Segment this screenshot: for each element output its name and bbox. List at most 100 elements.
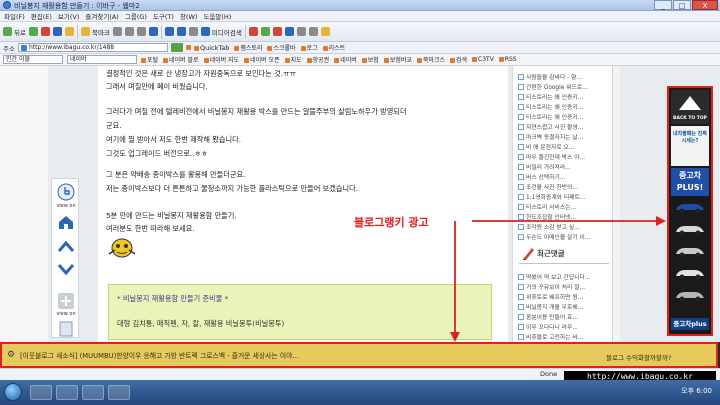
sidebar-post[interactable]: 한도조잡할 인터넷... xyxy=(518,212,612,221)
link-map[interactable]: 지도 xyxy=(285,55,302,64)
blogrank-ad-banner[interactable]: BACK TO TOP 내차팔때는 진짜 시세는? 중고차 PLUS! 중고차p… xyxy=(667,86,713,336)
print-icon[interactable] xyxy=(136,27,146,36)
plugin-icon[interactable] xyxy=(260,27,270,36)
zoom-out-icon[interactable] xyxy=(308,27,318,36)
sidebar-post[interactable]: 마우 즐긴한데 박스 아... xyxy=(518,152,612,161)
link-naver-open[interactable]: 네이버 오픈 xyxy=(244,55,280,64)
search-engine-select[interactable]: 네이버 xyxy=(67,55,137,64)
taskbar-app[interactable] xyxy=(30,385,52,400)
link-rss[interactable]: RSS xyxy=(499,56,517,63)
recent-comment[interactable]: 위휴토로 웨프하면 원... xyxy=(518,292,612,301)
menu-favorites[interactable]: 즐겨찾기(A) xyxy=(85,11,118,21)
sidebar-post[interactable]: 1:1영화중계와 티페트... xyxy=(518,192,612,201)
recent-comment[interactable]: 거의 꾸뮤보이 처리 잘... xyxy=(518,282,612,291)
add-button[interactable] xyxy=(56,291,76,311)
stop-icon[interactable] xyxy=(40,27,50,36)
link-c3tv[interactable]: C3TV xyxy=(472,56,494,63)
sidebar-post[interactable]: 비 애 운전자로 오... xyxy=(518,142,612,151)
recent-comment[interactable]: 이무 꼬다다니 라무... xyxy=(518,322,612,331)
link-flight[interactable]: 항공권 xyxy=(307,55,330,64)
link-naver[interactable]: 네이버 xyxy=(334,55,357,64)
sidebar-post[interactable]: 조각원 소감 받고 싶... xyxy=(518,222,612,231)
link-bookmarks[interactable]: 북마크스 xyxy=(417,55,445,64)
menu-group[interactable]: 그룹(G) xyxy=(125,11,147,21)
recent-comment[interactable]: 비휴블로 고전하는 바... xyxy=(518,332,612,341)
notification-message[interactable]: [이웃블로그 새소식] (MUUMBU)한양이우 응해고 가방 반트렉 그로스백… xyxy=(20,350,299,360)
scroll-up-button[interactable] xyxy=(56,237,76,257)
menu-window[interactable]: 창(W) xyxy=(180,11,197,21)
cascade-icon[interactable] xyxy=(176,27,186,36)
alert-icon[interactable] xyxy=(272,27,282,36)
back-button[interactable]: 뒤로 xyxy=(3,27,26,37)
menu-tools[interactable]: 도구(T) xyxy=(153,11,174,21)
jjim-link[interactable]: 젬스토리 xyxy=(234,43,262,52)
settings-icon[interactable] xyxy=(320,27,330,36)
mail-icon[interactable] xyxy=(124,27,134,36)
zoom-in-icon[interactable] xyxy=(296,27,306,36)
minimize-button[interactable]: _ xyxy=(654,0,672,10)
menu-view[interactable]: 보기(V) xyxy=(58,11,79,21)
sidebar-post[interactable]: 티스토리는 왜 인증키... xyxy=(518,102,612,111)
sidebar-post[interactable]: 티스토리는 왜 인증키... xyxy=(518,92,612,101)
annotation-label: 블로그랭키 광고 xyxy=(354,216,429,229)
home-icon xyxy=(59,216,73,229)
recent-comment[interactable]: 비닐봉지 개을 우호해... xyxy=(518,302,612,311)
sidebar-post[interactable]: 두손도 이메인을 살기 이... xyxy=(518,232,612,241)
view-on-button[interactable] xyxy=(56,182,76,202)
notification-inner[interactable]: ⚙ [이웃블로그 새소식] (MUUMBU)한양이우 응해고 가방 반트렉 그로… xyxy=(0,342,718,368)
link-naver-blog[interactable]: 네이버 블로 xyxy=(163,55,199,64)
profile-select[interactable]: 인간 이불 xyxy=(3,55,63,64)
link-insurance-compare[interactable]: 보험비교 xyxy=(384,55,412,64)
close-button[interactable]: X xyxy=(692,0,718,10)
sidebar-post[interactable]: 마크벽 동결자지는 날... xyxy=(518,132,612,141)
maximize-button[interactable]: □ xyxy=(673,0,691,10)
menu-help[interactable]: 도움말(H) xyxy=(203,11,231,21)
refresh-icon[interactable] xyxy=(52,27,62,36)
ad-promo-text: 내차팔때는 진짜 시세는? xyxy=(671,126,709,166)
start-button[interactable] xyxy=(4,383,22,401)
window-icon[interactable] xyxy=(188,27,198,36)
taskbar-app[interactable] xyxy=(82,385,104,400)
favorite-icon[interactable] xyxy=(248,27,258,36)
link-portal[interactable]: 포털 xyxy=(141,55,158,64)
sidebar-post[interactable]: 티스토리 서비스는... xyxy=(518,202,612,211)
scroll-link[interactable]: 스크롤바 xyxy=(267,43,295,52)
address-input[interactable]: http://www.ibagu.co.kr/1488 xyxy=(17,43,168,52)
page-button[interactable] xyxy=(56,319,76,339)
menu-edit[interactable]: 편집(E) xyxy=(31,11,52,21)
go-button[interactable] xyxy=(170,43,183,52)
gear-icon[interactable]: ⚙ xyxy=(7,350,15,360)
tile-icon[interactable] xyxy=(164,27,174,36)
sidebar-post[interactable]: 티스토리는 왜 인증키... xyxy=(518,112,612,121)
bookmark-button[interactable]: 북마크 xyxy=(80,27,110,37)
link-insurance[interactable]: 보험 xyxy=(362,55,379,64)
recent-comment[interactable]: 웅분이용 민들어 효... xyxy=(518,312,612,321)
taskbar-app[interactable] xyxy=(56,385,78,400)
list-link[interactable]: 리스트 xyxy=(323,43,346,52)
folder-icon[interactable] xyxy=(148,27,158,36)
history-icon[interactable] xyxy=(112,27,122,36)
home-button[interactable] xyxy=(56,212,76,232)
link-search[interactable]: 검색 xyxy=(450,55,467,64)
scroll-down-button[interactable] xyxy=(56,259,76,279)
page-scrollbar[interactable] xyxy=(612,66,620,342)
media-search-button[interactable]: 미디어검색 xyxy=(200,27,242,37)
sidebar-post[interactable]: 조건을 사진 한번의... xyxy=(518,182,612,191)
sidebar-post[interactable]: 자연스럽고 사진 촬영... xyxy=(518,122,612,131)
pencil-icon xyxy=(523,248,534,260)
home-icon[interactable] xyxy=(64,27,74,36)
sidebar-post[interactable]: 사람들을 감싸다 - 향... xyxy=(518,72,612,81)
back-to-top-button[interactable]: BACK TO TOP xyxy=(671,90,709,124)
notification-right-link[interactable]: 블로그 수익화할까할까? xyxy=(606,352,671,362)
sidebar-post[interactable]: 비밀리 가려져라... xyxy=(518,162,612,171)
blog-link[interactable]: 로그 xyxy=(301,43,318,52)
sidebar-post[interactable]: 버스 선택하기... xyxy=(518,172,612,181)
recent-comment[interactable]: 딱봤어 딱 보고 간답니다... xyxy=(518,272,612,281)
link-naver-map[interactable]: 네이버 지도 xyxy=(204,55,240,64)
menu-file[interactable]: 파일(F) xyxy=(4,11,25,21)
sync-icon[interactable] xyxy=(284,27,294,36)
taskbar-app[interactable] xyxy=(108,385,130,400)
forward-arrow-icon[interactable] xyxy=(28,27,38,36)
quicktab-button[interactable]: QuickTab xyxy=(186,44,229,52)
sidebar-post[interactable]: 간편한 Google 워드로... xyxy=(518,82,612,91)
